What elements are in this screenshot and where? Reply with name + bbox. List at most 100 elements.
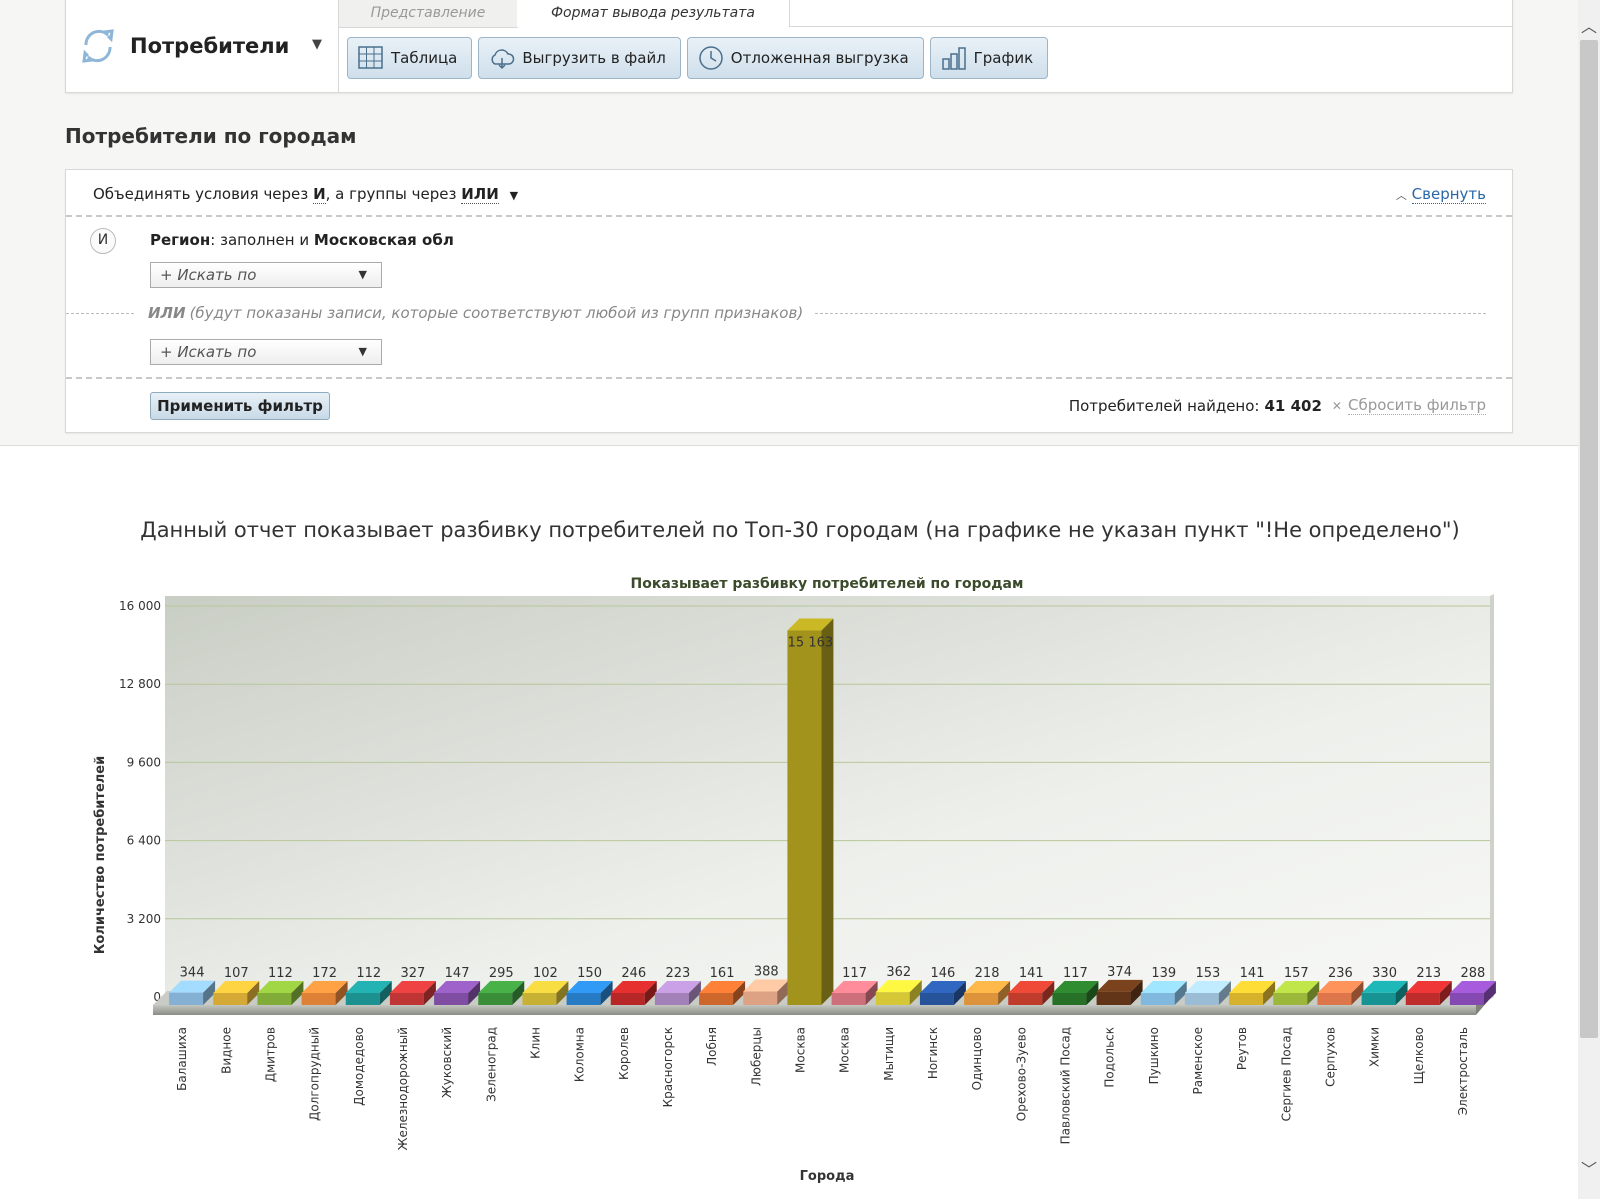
- data-label: 374: [1107, 965, 1132, 980]
- report-caption: Данный отчет показывает разбивку потреби…: [140, 518, 1460, 542]
- condition-operator: : заполнен и: [210, 231, 310, 249]
- bar: [1096, 991, 1131, 1005]
- bar: [1052, 993, 1087, 1005]
- close-icon[interactable]: ✕: [1332, 399, 1342, 413]
- x-tick-label: Жуковский: [440, 1027, 454, 1098]
- dash-line: [66, 312, 134, 314]
- or-label-group: ИЛИ (будут показаны записи, которые соотв…: [148, 304, 803, 322]
- x-tick-label: Павловский Посад: [1058, 1027, 1072, 1144]
- tab-divider: [789, 26, 1512, 27]
- data-label: 327: [401, 966, 426, 981]
- x-tick-label: Долгопрудный: [308, 1027, 322, 1121]
- sync-icon: [82, 28, 114, 63]
- header-panel: Потребители ▼ Представление Формат вывод…: [65, 0, 1513, 93]
- or-note: (будут показаны записи, которые соответс…: [189, 304, 804, 322]
- combine-or[interactable]: ИЛИ: [461, 185, 499, 204]
- search-by-select-or[interactable]: + Искать по ▼: [150, 339, 382, 365]
- vertical-scrollbar[interactable]: ︿ ﹀: [1578, 0, 1600, 1199]
- data-label: 139: [1151, 966, 1176, 981]
- scroll-up-icon[interactable]: ︿: [1578, 12, 1600, 42]
- x-tick-label: Москва: [793, 1027, 807, 1073]
- entity-selector[interactable]: Потребители ▼: [66, 0, 339, 92]
- combine-prefix: Объединять условия через: [93, 185, 309, 203]
- x-tick-label: Железнодорожный: [396, 1027, 410, 1150]
- data-label: 107: [224, 966, 249, 981]
- collapse-label: Свернуть: [1411, 185, 1486, 204]
- data-label: 117: [1063, 966, 1088, 981]
- data-label: 153: [1196, 966, 1221, 981]
- output-buttons: Таблица Выгрузить в файл Отложенная выгр…: [347, 37, 1049, 79]
- x-tick-label: Орехово-Зуево: [1014, 1027, 1028, 1121]
- caret-down-icon[interactable]: ▼: [510, 189, 518, 202]
- table-button-label: Таблица: [391, 49, 458, 67]
- condition-value: Московская обл: [313, 231, 454, 249]
- chevron-down-icon[interactable]: ▼: [312, 37, 322, 52]
- x-tick-label: Домодедово: [352, 1027, 366, 1106]
- combine-mid: , а группы через: [325, 185, 457, 203]
- y-axis-label: Количество потребителей: [93, 756, 108, 954]
- chart-button[interactable]: График: [929, 37, 1049, 79]
- chart-floor-front: [153, 1005, 1476, 1015]
- x-tick-label: Красногорск: [661, 1027, 675, 1107]
- table-icon: [358, 46, 383, 69]
- table-button[interactable]: Таблица: [347, 37, 473, 79]
- search-by-select[interactable]: + Искать по ▼: [150, 262, 382, 288]
- clock-icon: [699, 46, 723, 70]
- bar: [213, 993, 248, 1005]
- data-label: 213: [1416, 966, 1441, 981]
- data-label: 112: [268, 966, 293, 981]
- combine-rule[interactable]: Объединять условия через И, а группы чер…: [93, 185, 518, 204]
- x-tick-label: Подольск: [1103, 1027, 1117, 1088]
- cloud-download-icon: [491, 49, 515, 70]
- bar: [1273, 993, 1308, 1005]
- x-tick-label: Реутов: [1235, 1027, 1249, 1070]
- condition-row[interactable]: Регион: заполнен и Московская обл: [150, 231, 454, 249]
- data-label: 147: [445, 966, 470, 981]
- bar: [1140, 993, 1175, 1005]
- data-label: 344: [180, 966, 205, 981]
- plot-edge: [1490, 594, 1494, 999]
- data-label: 388: [754, 965, 779, 980]
- tab-view[interactable]: Представление: [339, 0, 518, 28]
- x-tick-label: Щелково: [1412, 1027, 1426, 1084]
- data-label: 172: [312, 966, 337, 981]
- scroll-thumb[interactable]: [1580, 40, 1598, 1038]
- data-label: 246: [621, 966, 646, 981]
- bar-chart-icon: [941, 47, 966, 70]
- scroll-down-icon[interactable]: ﹀: [1578, 1155, 1600, 1185]
- bar: [566, 993, 601, 1005]
- x-tick-label: Сергиев Посад: [1279, 1027, 1293, 1121]
- x-tick-label: Клин: [528, 1027, 542, 1059]
- collapse-link[interactable]: ︿ Свернуть: [1395, 185, 1486, 204]
- bar: [522, 993, 557, 1005]
- data-label: 15 163: [788, 635, 834, 650]
- data-label: 146: [931, 966, 956, 981]
- deferred-export-button-label: Отложенная выгрузка: [730, 49, 909, 67]
- export-button-label: Выгрузить в файл: [522, 49, 666, 67]
- divider: [66, 377, 1512, 379]
- filter-panel: Объединять условия через И, а группы чер…: [65, 169, 1513, 433]
- top-panel: Потребители ▼ Представление Формат вывод…: [0, 0, 1578, 446]
- combine-and[interactable]: И: [313, 185, 326, 204]
- or-separator: ИЛИ (будут показаны записи, которые соотв…: [66, 304, 1486, 322]
- bar: [1405, 993, 1440, 1005]
- x-tick-label: Химки: [1368, 1027, 1382, 1067]
- bar: [1008, 993, 1043, 1005]
- apply-filter-button[interactable]: Применить фильтр: [150, 392, 330, 420]
- export-button[interactable]: Выгрузить в файл: [478, 37, 681, 79]
- condition-field: Регион: [150, 231, 211, 249]
- tab-strip: Представление Формат вывода результата: [339, 0, 1512, 28]
- tab-output-format[interactable]: Формат вывода результата: [517, 0, 790, 27]
- entity-name: Потребители: [130, 33, 290, 58]
- bar: [434, 993, 469, 1005]
- search-by-label: + Искать по: [160, 343, 257, 361]
- data-label: 161: [710, 966, 735, 981]
- x-tick-label: Зеленоград: [484, 1027, 498, 1102]
- deferred-export-button[interactable]: Отложенная выгрузка: [686, 37, 924, 79]
- bar: [1317, 993, 1352, 1005]
- reset-filter-link[interactable]: Сбросить фильтр: [1347, 396, 1486, 415]
- bar: [345, 993, 380, 1005]
- chevron-up-icon: ︿: [1395, 189, 1407, 202]
- bar: [169, 992, 204, 1005]
- data-label: 236: [1328, 966, 1353, 981]
